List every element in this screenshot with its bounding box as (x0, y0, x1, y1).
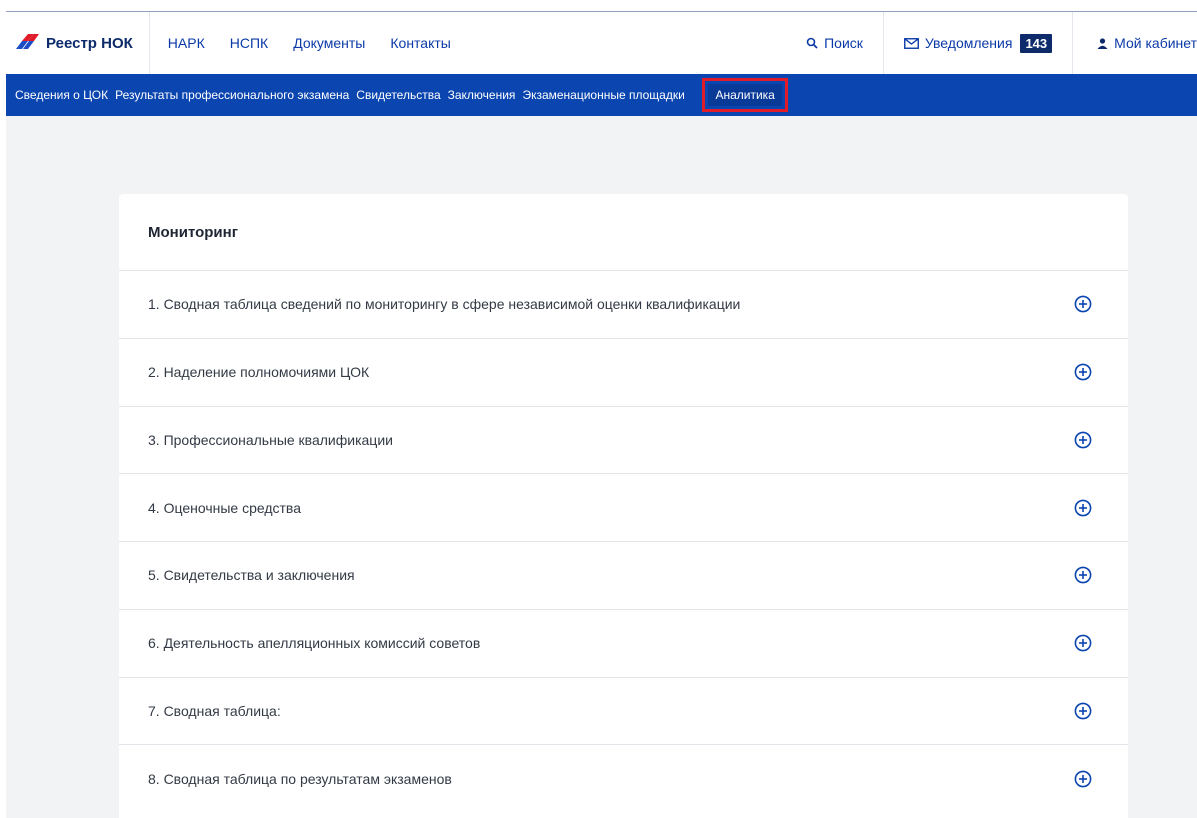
plus-circle-icon[interactable] (1073, 565, 1093, 585)
plus-circle-icon[interactable] (1073, 430, 1093, 450)
notifications-count-badge: 143 (1020, 33, 1053, 53)
monitoring-card: Мониторинг 1. Сводная таблица сведений п… (119, 194, 1128, 818)
search-button[interactable]: Поиск (786, 12, 883, 74)
accordion-row[interactable]: 1. Сводная таблица сведений по мониторин… (119, 271, 1128, 339)
accordion-row[interactable]: 4. Оценочные средства (119, 474, 1128, 542)
plus-circle-icon[interactable] (1073, 362, 1093, 382)
row-label: 5. Свидетельства и заключения (148, 567, 355, 584)
row-label: 6. Деятельность апелляционных комиссий с… (148, 635, 481, 652)
flag-logo-icon (14, 32, 46, 55)
subnav-item-exam-sites[interactable]: Экзаменационные площадки (522, 87, 708, 103)
nav-link-documents[interactable]: Документы (293, 35, 365, 51)
plus-circle-icon[interactable] (1073, 633, 1093, 653)
row-label: 7. Сводная таблица: (148, 702, 281, 719)
subnav-item-conclusions[interactable]: Заключения (448, 87, 516, 103)
accordion-row[interactable]: 8. Сводная таблица по результатам экзаме… (119, 745, 1128, 813)
logo[interactable]: Реестр НОК (6, 12, 150, 74)
subnav-item-center-info[interactable]: Сведения о ЦОК (15, 87, 108, 103)
header-tools: Поиск Уведомления 143 Мой кабинет (786, 12, 1197, 74)
card-title: Мониторинг (119, 194, 1128, 271)
cabinet-label: Мой кабинет (1114, 35, 1197, 51)
subnav-item-certificates[interactable]: Свидетельства (356, 87, 440, 103)
nav-link-nark[interactable]: НАРК (168, 35, 205, 51)
subnav-item-exam-results[interactable]: Результаты профессионального экзамена (115, 87, 349, 103)
row-label: 2. Наделение полномочиями ЦОК (148, 364, 370, 381)
cabinet-button[interactable]: Мой кабинет (1072, 12, 1197, 74)
plus-circle-icon[interactable] (1073, 701, 1093, 721)
logo-text: Реестр НОК (46, 34, 133, 52)
nav-link-contacts[interactable]: Контакты (390, 35, 450, 51)
row-label: 8. Сводная таблица по результатам экзаме… (148, 771, 452, 788)
accordion-row[interactable]: 7. Сводная таблица: (119, 678, 1128, 746)
plus-circle-icon[interactable] (1073, 294, 1093, 314)
row-label: 1. Сводная таблица сведений по мониторин… (148, 296, 741, 313)
row-label: 3. Профессиональные квалификации (148, 431, 393, 448)
row-label: 4. Оценочные средства (148, 499, 301, 516)
envelope-icon (903, 37, 919, 49)
plus-circle-icon[interactable] (1073, 769, 1093, 789)
accordion-row[interactable]: 3. Профессиональные квалификации (119, 407, 1128, 475)
search-label: Поиск (824, 35, 863, 51)
plus-circle-icon[interactable] (1073, 498, 1093, 518)
section-nav: Сведения о ЦОК Результаты профессиональн… (6, 74, 1197, 116)
subnav-item-analytics[interactable]: Аналитика (702, 78, 788, 112)
accordion-row[interactable]: 5. Свидетельства и заключения (119, 542, 1128, 610)
accordion-row[interactable]: 2. Наделение полномочиями ЦОК (119, 339, 1128, 407)
main-nav: НАРК НСПК Документы Контакты (168, 35, 476, 51)
user-icon (1097, 37, 1108, 49)
notifications-button[interactable]: Уведомления 143 (882, 12, 1072, 74)
notifications-label: Уведомления (924, 35, 1013, 51)
page: Реестр НОК НАРК НСПК Документы Контакты … (0, 0, 1197, 818)
nav-link-nspk[interactable]: НСПК (230, 35, 268, 51)
top-header: Реестр НОК НАРК НСПК Документы Контакты … (6, 12, 1197, 74)
accordion-row[interactable]: 6. Деятельность апелляционных комиссий с… (119, 610, 1128, 678)
search-icon (806, 37, 818, 49)
